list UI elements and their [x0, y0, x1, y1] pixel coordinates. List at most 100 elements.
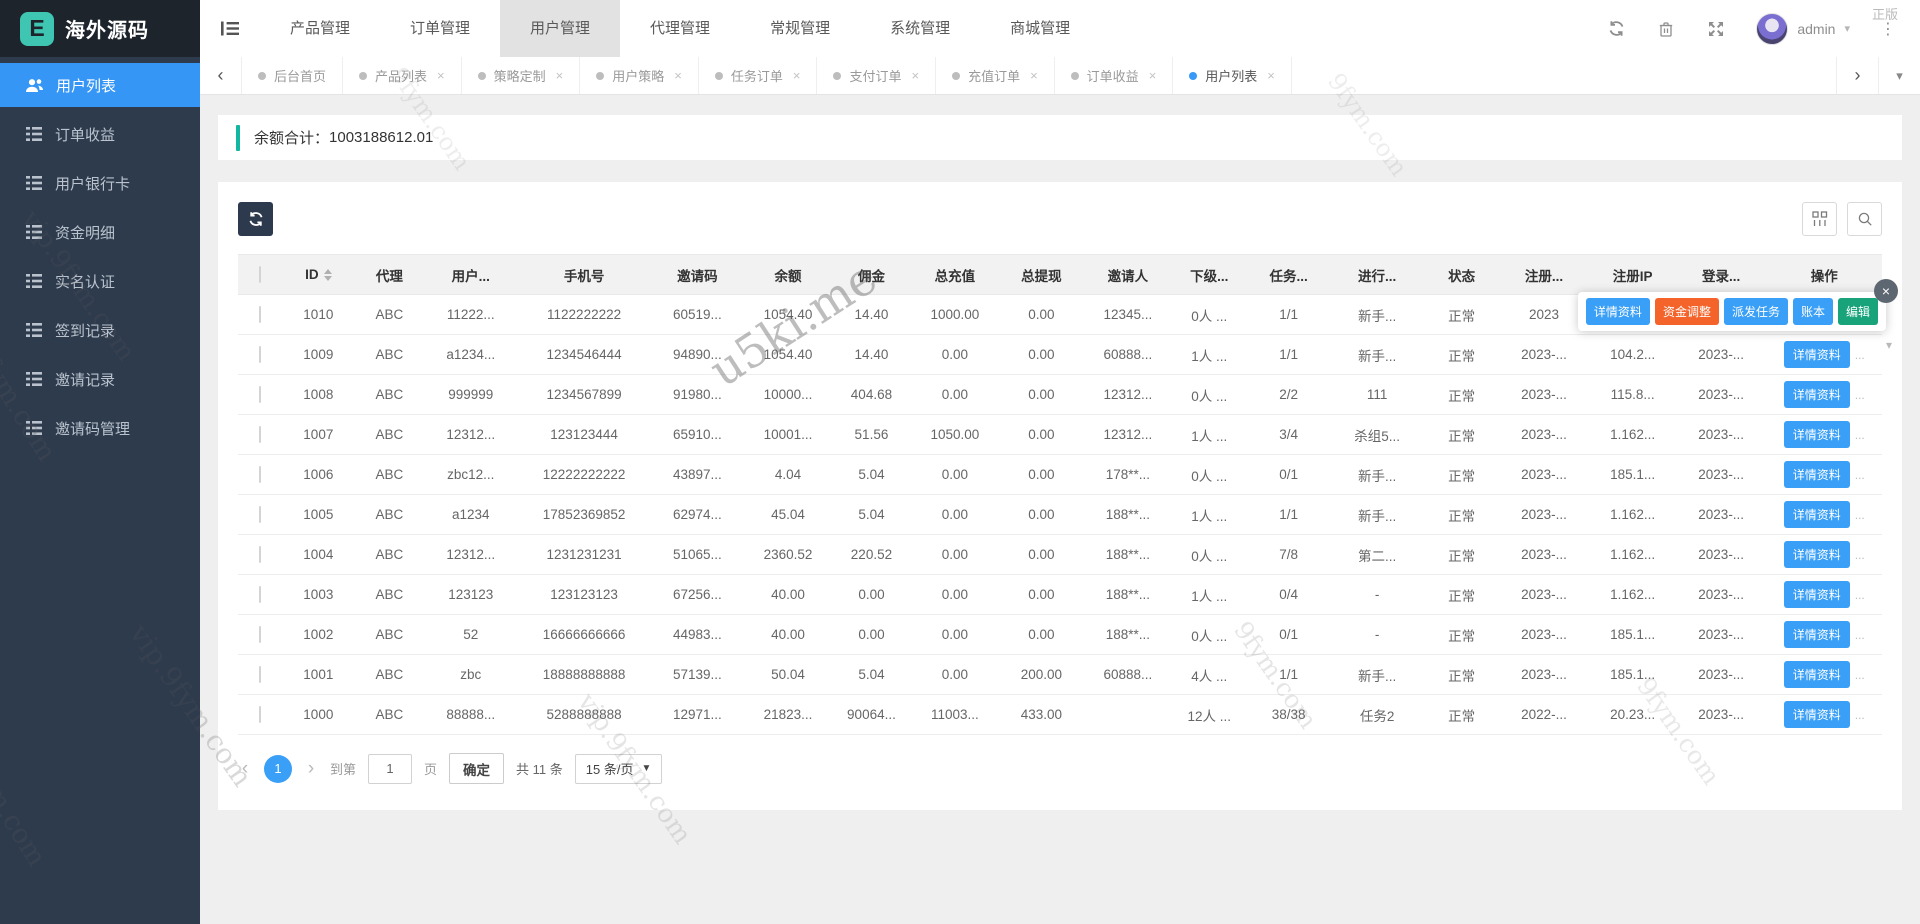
- table-cell: 0.00: [911, 654, 999, 695]
- column-header: 余额: [744, 254, 832, 295]
- more-actions-icon[interactable]: ...: [1855, 548, 1865, 562]
- topnav-item[interactable]: 产品管理: [260, 0, 380, 57]
- tab-close-icon[interactable]: ×: [437, 68, 445, 83]
- app-logo[interactable]: E 海外源码: [0, 0, 200, 57]
- row-checkbox[interactable]: [258, 626, 261, 643]
- card-toolbar: [238, 202, 1882, 236]
- detail-button[interactable]: 详情资料: [1783, 621, 1850, 648]
- row-checkbox[interactable]: [258, 706, 261, 723]
- table-refresh-button[interactable]: [238, 202, 273, 236]
- topnav-item[interactable]: 用户管理: [500, 0, 621, 57]
- tab-item[interactable]: 产品列表 ×: [343, 57, 462, 94]
- sidebar-item[interactable]: 邀请记录: [0, 357, 200, 401]
- detail-button[interactable]: 详情资料: [1783, 341, 1850, 368]
- popup-close-icon[interactable]: ×: [1874, 279, 1898, 303]
- tab-close-icon[interactable]: ×: [1149, 68, 1157, 83]
- popup-action-button[interactable]: 详情资料: [1585, 298, 1650, 325]
- popup-action-button[interactable]: 编辑: [1837, 298, 1878, 325]
- row-checkbox[interactable]: [258, 346, 261, 363]
- topnav-item[interactable]: 商城管理: [980, 0, 1100, 57]
- search-button[interactable]: [1847, 202, 1882, 236]
- table-cell: 0人 ...: [1171, 294, 1248, 335]
- table-cell: 1009: [281, 334, 356, 375]
- page-size-select[interactable]: 15 条/页 ▼: [574, 753, 663, 784]
- trash-icon[interactable]: [1656, 21, 1676, 37]
- user-menu[interactable]: admin ▾: [1756, 12, 1850, 45]
- table-cell: 正常: [1424, 654, 1499, 695]
- tab-item[interactable]: 策略定制 ×: [462, 57, 581, 94]
- sidebar-item[interactable]: 用户银行卡: [0, 161, 200, 205]
- popup-action-button[interactable]: 派发任务: [1723, 298, 1788, 325]
- tab-item[interactable]: 用户策略 ×: [580, 57, 699, 94]
- detail-button[interactable]: 详情资料: [1783, 661, 1850, 688]
- more-menu-icon[interactable]: ⋮: [1880, 19, 1896, 39]
- detail-button[interactable]: 详情资料: [1783, 581, 1850, 608]
- row-checkbox[interactable]: [258, 426, 261, 443]
- topnav-item[interactable]: 常规管理: [740, 0, 860, 57]
- more-actions-icon[interactable]: ...: [1855, 628, 1865, 642]
- row-checkbox[interactable]: [258, 306, 261, 323]
- table-cell: 123123444: [518, 414, 650, 455]
- tab-item[interactable]: 支付订单 ×: [817, 57, 937, 94]
- sidebar-item[interactable]: 签到记录: [0, 308, 200, 352]
- tab-item[interactable]: 后台首页: [242, 57, 344, 94]
- tab-item[interactable]: 订单收益 ×: [1055, 57, 1174, 94]
- row-checkbox[interactable]: [258, 466, 261, 483]
- tab-close-icon[interactable]: ×: [674, 68, 682, 83]
- more-actions-icon[interactable]: ...: [1855, 668, 1865, 682]
- tab-close-icon[interactable]: ×: [911, 68, 919, 83]
- next-page-icon[interactable]: ›: [304, 758, 318, 780]
- sidebar-item[interactable]: 订单收益: [0, 112, 200, 156]
- sidebar-item[interactable]: 资金明细: [0, 210, 200, 254]
- tab-close-icon[interactable]: ×: [1267, 68, 1275, 83]
- row-checkbox[interactable]: [258, 506, 261, 523]
- detail-button[interactable]: 详情资料: [1783, 501, 1850, 528]
- table-row: 1002 ABC 52 16666666666 44983... 40.00 0.00 0.0…: [238, 614, 1882, 655]
- prev-page-icon[interactable]: ‹: [238, 758, 252, 780]
- sort-icon[interactable]: [323, 269, 332, 282]
- tab-item[interactable]: 用户列表 ×: [1173, 57, 1292, 94]
- more-actions-icon[interactable]: ...: [1855, 428, 1865, 442]
- more-actions-icon[interactable]: ...: [1855, 388, 1865, 402]
- row-checkbox[interactable]: [258, 546, 261, 563]
- select-all-checkbox[interactable]: [258, 266, 261, 283]
- sidebar-item[interactable]: 用户列表: [0, 63, 200, 107]
- tab-close-icon[interactable]: ×: [1030, 68, 1038, 83]
- sidebar-item[interactable]: 实名认证: [0, 259, 200, 303]
- tab-item[interactable]: 任务订单 ×: [699, 57, 818, 94]
- tabs-scroll-right-icon[interactable]: ›: [1836, 57, 1878, 94]
- sidebar-collapse-icon[interactable]: [200, 0, 260, 57]
- more-actions-icon[interactable]: ...: [1855, 348, 1865, 362]
- detail-button[interactable]: 详情资料: [1783, 461, 1850, 488]
- tab-close-icon[interactable]: ×: [556, 68, 564, 83]
- columns-filter-button[interactable]: [1802, 202, 1837, 236]
- column-header[interactable]: ID: [281, 254, 356, 295]
- more-actions-icon[interactable]: ...: [1855, 468, 1865, 482]
- topnav-item[interactable]: 系统管理: [860, 0, 980, 57]
- popup-action-button[interactable]: 账本: [1792, 298, 1833, 325]
- more-actions-icon[interactable]: ...: [1855, 508, 1865, 522]
- tab-item[interactable]: 充值订单 ×: [936, 57, 1055, 94]
- refresh-icon[interactable]: [1606, 20, 1626, 37]
- row-checkbox[interactable]: [258, 666, 261, 683]
- detail-button[interactable]: 详情资料: [1783, 421, 1850, 448]
- row-checkbox[interactable]: [258, 386, 261, 403]
- table-cell: ABC: [355, 494, 424, 535]
- tab-close-icon[interactable]: ×: [793, 68, 801, 83]
- topnav-item[interactable]: 订单管理: [380, 0, 500, 57]
- more-actions-icon[interactable]: ...: [1855, 588, 1865, 602]
- more-actions-icon[interactable]: ...: [1855, 708, 1865, 722]
- fullscreen-icon[interactable]: [1706, 21, 1726, 37]
- popup-action-button[interactable]: 资金调整: [1654, 298, 1719, 325]
- tabs-scroll-left-icon[interactable]: ‹: [200, 57, 242, 94]
- detail-button[interactable]: 详情资料: [1783, 541, 1850, 568]
- page-number-button[interactable]: 1: [264, 754, 292, 783]
- tabs-menu-icon[interactable]: ▾: [1878, 57, 1920, 94]
- topnav-item[interactable]: 代理管理: [620, 0, 740, 57]
- detail-button[interactable]: 详情资料: [1783, 381, 1850, 408]
- confirm-button[interactable]: 确定: [449, 753, 505, 784]
- row-checkbox[interactable]: [258, 586, 261, 603]
- sidebar-item[interactable]: 邀请码管理: [0, 406, 200, 450]
- detail-button[interactable]: 详情资料: [1783, 701, 1850, 728]
- goto-page-input[interactable]: [368, 753, 413, 784]
